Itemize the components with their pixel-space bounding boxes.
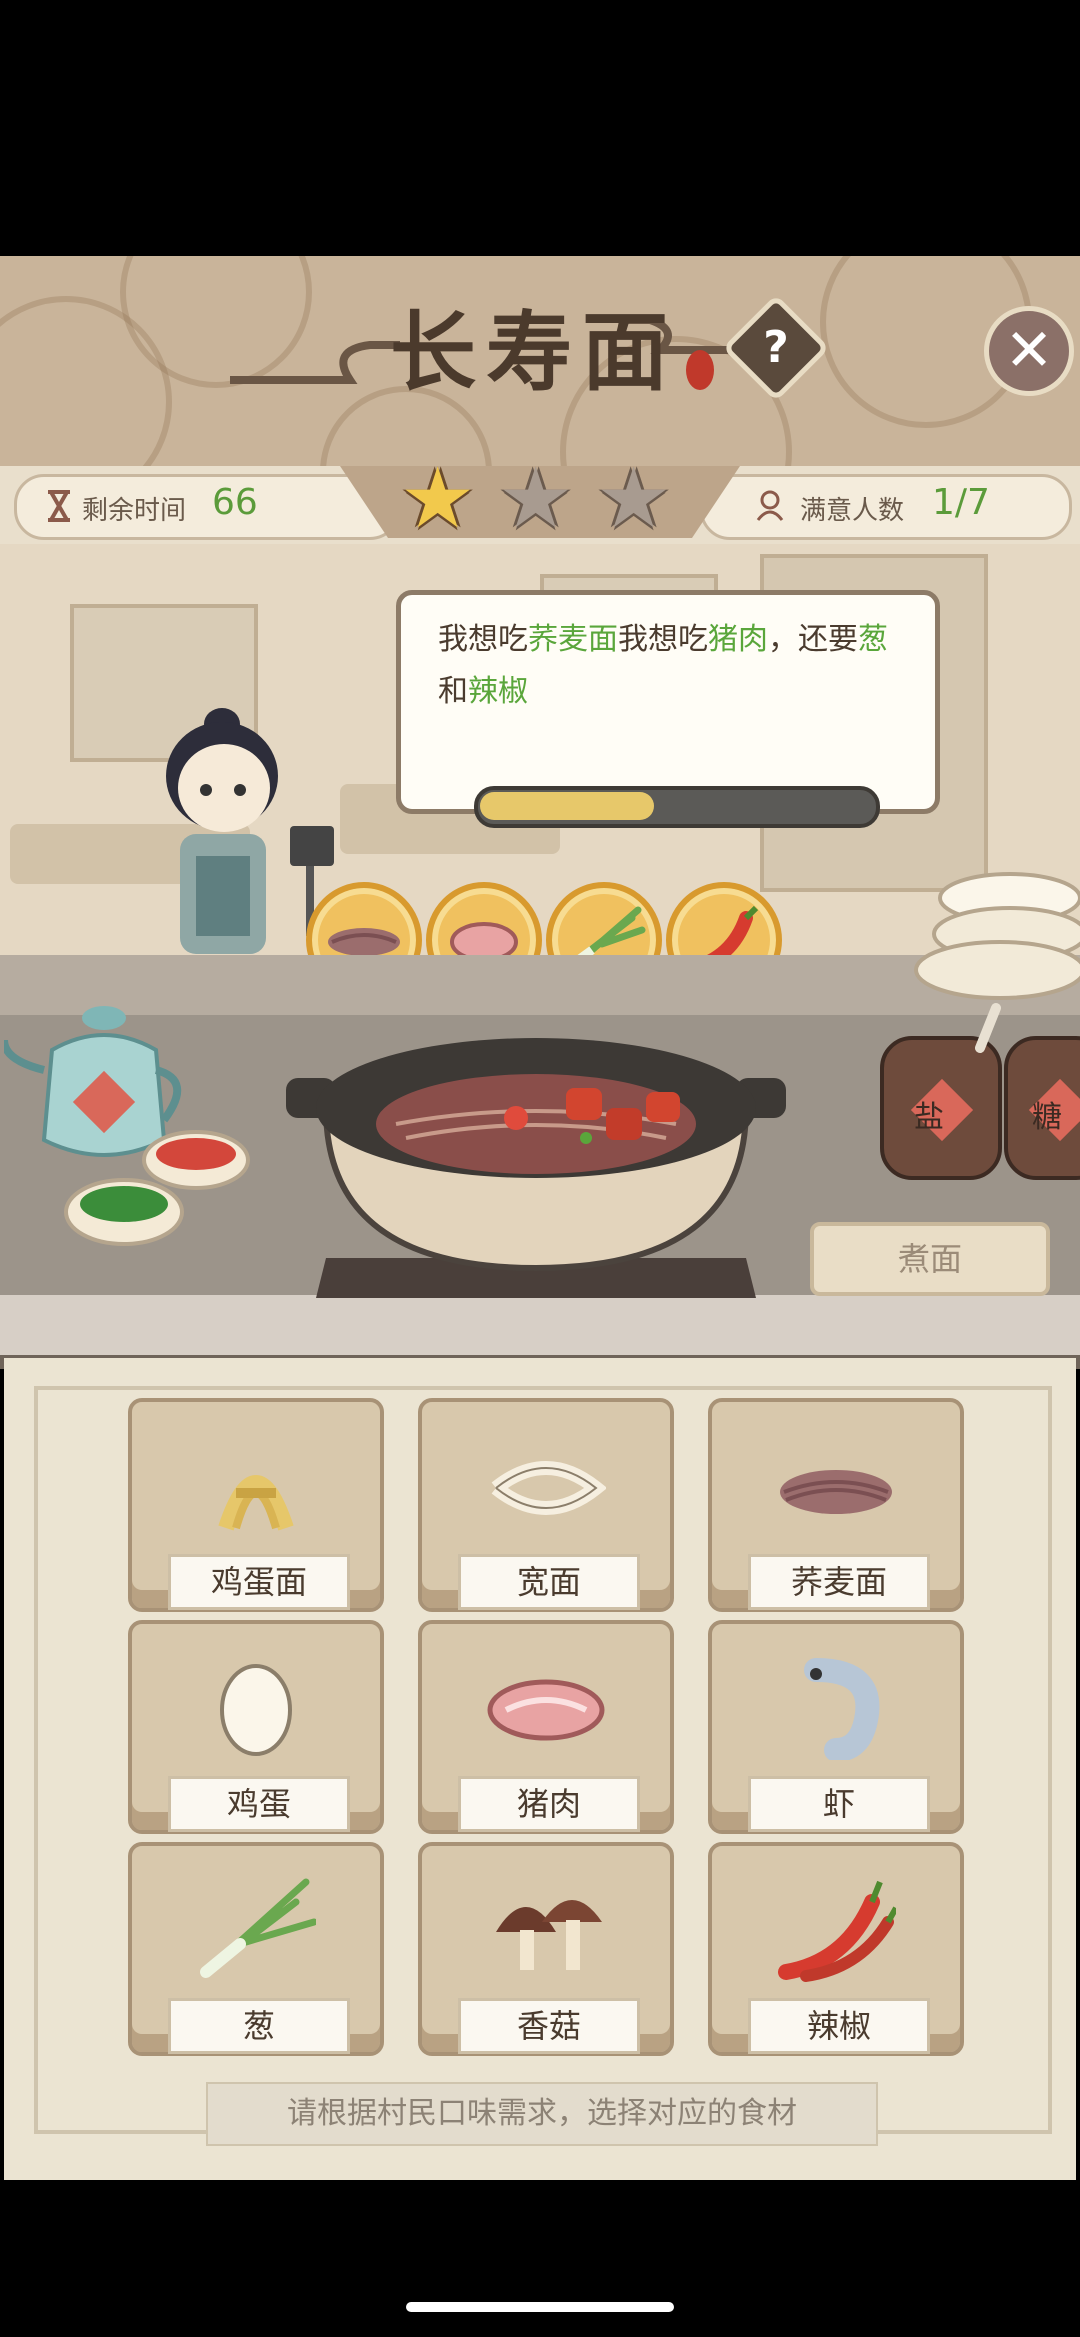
requested-spice: 辣椒	[468, 674, 528, 709]
shrimp-icon	[804, 1658, 880, 1760]
cooking-pot[interactable]	[286, 1028, 786, 1298]
ingredient-egg-noodle[interactable]: 鸡蛋面	[128, 1398, 384, 1612]
person-icon	[756, 490, 784, 521]
requested-meat: 猪肉	[708, 622, 768, 657]
egg-noodle-icon	[218, 1475, 294, 1531]
cook-noodles-button[interactable]: 煮面	[810, 1222, 1050, 1296]
satisfied-label: 满意人数	[800, 496, 905, 526]
question-icon: ?	[763, 322, 789, 373]
home-indicator[interactable]	[406, 2302, 674, 2312]
ingredient-wide-noodle[interactable]: 宽面	[418, 1398, 674, 1612]
ingredient-buckwheat-noodle[interactable]: 荞麦面	[708, 1398, 964, 1612]
ingredient-pork[interactable]: 猪肉	[418, 1620, 674, 1834]
ingredient-chili[interactable]: 辣椒	[708, 1842, 964, 2056]
ingredient-egg[interactable]: 鸡蛋	[128, 1620, 384, 1834]
close-button[interactable]: ✕	[984, 306, 1074, 396]
star-icon-1: ★	[400, 449, 476, 547]
satisfied-value: 1/7	[932, 482, 990, 523]
requested-noodle: 荞麦面	[528, 622, 618, 657]
requested-veg: 葱	[858, 622, 888, 657]
ingredient-scallion[interactable]: 葱	[128, 1842, 384, 2056]
hint-banner: 请根据村民口味需求，选择对应的食材	[206, 2082, 878, 2146]
star-icon-3: ★	[596, 449, 672, 547]
page-title: 长寿面	[390, 302, 678, 403]
ingredient-shiitake[interactable]: 香菇	[418, 1842, 674, 2056]
salt-jar-label: 盐	[914, 1100, 944, 1135]
hourglass-icon	[48, 490, 70, 522]
chili-icon	[778, 1880, 896, 1982]
mushroom-icon	[496, 1900, 602, 1970]
bowls-and-jars	[880, 872, 1080, 1180]
scallion-icon	[200, 1878, 316, 1978]
wide-noodle-icon	[491, 1461, 606, 1515]
time-label: 剩余时间	[82, 496, 187, 526]
egg-icon	[220, 1664, 292, 1756]
pork-icon	[487, 1679, 605, 1741]
buckwheat-noodle-icon	[780, 1470, 892, 1514]
star-icon-2: ★	[498, 449, 574, 547]
sugar-jar-label: 糖	[1032, 1100, 1062, 1135]
order-request-text: 我想吃荞麦面我想吃猪肉，还要葱和辣椒	[438, 622, 888, 709]
teapot-and-sauces	[4, 1006, 250, 1246]
ingredient-shrimp[interactable]: 虾	[708, 1620, 964, 1834]
patience-bar-fill	[480, 792, 654, 820]
time-value: 66	[212, 482, 258, 523]
